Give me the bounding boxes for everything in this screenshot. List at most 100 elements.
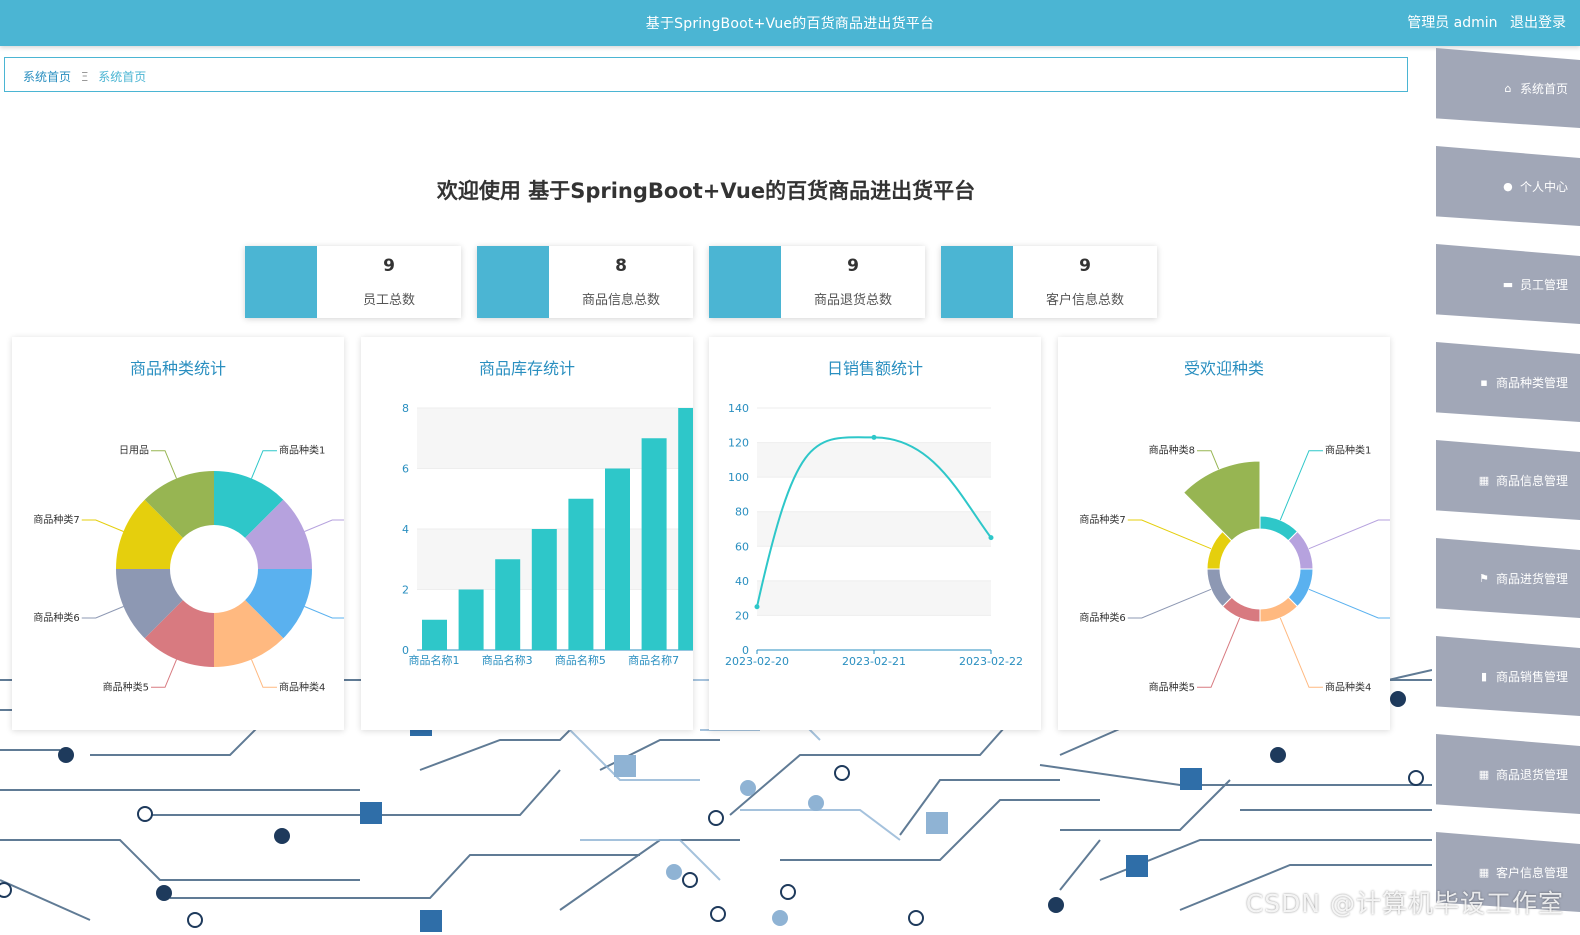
pie-leader-line xyxy=(1279,617,1323,688)
y-tick-label: 80 xyxy=(735,506,749,519)
nav-item-label: 商品销售管理 xyxy=(1495,669,1568,684)
user-area: 管理员 admin 退出登录 xyxy=(1399,12,1566,32)
pie-label: 商品种类4 xyxy=(279,680,325,693)
stat-card-employees: 9 员工总数 xyxy=(245,246,461,318)
nav-item-label: 商品信息管理 xyxy=(1495,473,1568,488)
pie-leader-line xyxy=(304,606,344,619)
pie-leader-line xyxy=(1279,450,1323,521)
pie-label: 商品种类7 xyxy=(1079,513,1125,526)
nav-item-label: 个人中心 xyxy=(1519,179,1568,194)
nav-item-label: 系统首页 xyxy=(1519,81,1568,96)
user-label[interactable]: 管理员 admin xyxy=(1407,15,1497,31)
x-tick-label: 商品名称1 xyxy=(409,653,460,667)
breadcrumb-home[interactable]: 系统首页 xyxy=(23,70,71,84)
bar-chart-icon: ▮ xyxy=(1480,669,1488,683)
home-icon: ⌂ xyxy=(1504,81,1512,95)
pie-leader-line xyxy=(251,659,277,688)
pie-label: 商品种类4 xyxy=(1325,680,1371,693)
nav-item-profile[interactable]: ● 个人中心 xyxy=(1436,146,1580,226)
bar xyxy=(678,408,693,650)
stat-icon-block xyxy=(941,246,1013,318)
app-title: 基于SpringBoot+Vue的百货商品进出货平台 xyxy=(645,16,935,32)
x-tick-label: 商品名称7 xyxy=(628,653,679,667)
stat-icon-block xyxy=(709,246,781,318)
stat-label: 商品信息总数 xyxy=(581,293,660,308)
bar xyxy=(531,529,557,650)
pie-label: 商品种类1 xyxy=(1325,444,1371,457)
pie-label: 日用品 xyxy=(119,445,149,457)
stat-value: 8 xyxy=(615,256,627,276)
pie-leader-line xyxy=(1308,588,1390,619)
nav-item-category[interactable]: ▪ 商品种类管理 xyxy=(1436,342,1580,422)
comment-icon: ▪ xyxy=(1480,375,1488,389)
watermark: CSDN @计算机毕设工作室 xyxy=(1245,889,1564,918)
nav-item-label: 商品种类管理 xyxy=(1495,375,1568,390)
pie-label: 商品种类6 xyxy=(1079,611,1125,624)
x-tick-label: 2023-02-22 xyxy=(959,655,1023,668)
data-point xyxy=(988,535,994,541)
nav-item-label: 商品进货管理 xyxy=(1495,571,1568,586)
bar xyxy=(422,619,447,650)
pie-slice xyxy=(1287,530,1314,570)
grid-icon: ▦ xyxy=(1478,473,1490,487)
x-tick-label: 商品名称3 xyxy=(482,653,533,667)
y-tick-label: 4 xyxy=(402,523,409,536)
sales-line-chart: 0204060801001201402023-02-20 2023-02-21 20… xyxy=(725,402,1023,668)
y-tick-label: 40 xyxy=(735,575,749,588)
y-tick-label: 6 xyxy=(402,463,409,476)
y-tick-label: 8 xyxy=(402,402,409,415)
nav-item-return[interactable]: ▦ 商品退货管理 xyxy=(1436,734,1580,814)
pie-label: 商品种类1 xyxy=(279,444,325,457)
stock-bar-chart: 02468商品名称1 商品名称3 商品名称5 商品名称7 xyxy=(402,402,693,667)
nav-item-label: 商品退货管理 xyxy=(1495,767,1568,782)
stat-value: 9 xyxy=(1079,256,1091,276)
pie-leader-line xyxy=(251,450,277,479)
nav-item-purchase[interactable]: ⚑ 商品进货管理 xyxy=(1436,538,1580,618)
pie-leader-line xyxy=(81,606,124,619)
stat-card-customers: 9 客户信息总数 xyxy=(941,246,1157,318)
y-tick-label: 140 xyxy=(728,402,749,415)
nav-item-sales[interactable]: ▮ 商品销售管理 xyxy=(1436,636,1580,716)
pie-leader-line xyxy=(151,450,177,479)
chart-card-category: 商品种类统计 商品种类1商品种类2商品种类3商品种类4商品种类5商品种类6商品种… xyxy=(12,337,344,730)
stat-icon-block xyxy=(245,246,317,318)
logout-link[interactable]: 退出登录 xyxy=(1510,15,1566,31)
pie-leader-line xyxy=(304,519,344,532)
pie-label: 商品种类8 xyxy=(1149,444,1195,457)
nav-item-employee[interactable]: ▬ 员工管理 xyxy=(1436,244,1580,324)
welcome-title: 欢迎使用 基于SpringBoot+Vue的百货商品进出货平台 xyxy=(436,179,976,203)
y-tick-label: 2 xyxy=(402,584,409,597)
stat-card-returns: 9 商品退货总数 xyxy=(709,246,925,318)
x-tick-label: 2023-02-20 xyxy=(725,655,789,668)
pie-label: 商品种类5 xyxy=(103,680,149,693)
grid-band xyxy=(757,511,991,547)
stat-label: 员工总数 xyxy=(362,293,415,308)
chart-card-popular: 受欢迎种类 商品种类1商品种类2商品种类3商品种类4商品种类5商品种类6商品种类… xyxy=(1058,337,1390,730)
pie-slice xyxy=(1259,596,1299,623)
user-icon: ● xyxy=(1503,179,1513,193)
x-tick-label: 2023-02-21 xyxy=(842,655,906,668)
flag-icon: ⚑ xyxy=(1479,571,1489,585)
top-bar: 基于SpringBoot+Vue的百货商品进出货平台 管理员 admin 退出登… xyxy=(0,0,1580,46)
nav-item-home[interactable]: ⌂ 系统首页 xyxy=(1436,48,1580,128)
data-point xyxy=(871,434,877,440)
stat-value: 9 xyxy=(383,256,395,276)
pie-leader-line xyxy=(81,519,124,532)
stat-value: 9 xyxy=(847,256,859,276)
stat-label: 客户信息总数 xyxy=(1045,293,1124,308)
side-nav: ⌂ 系统首页 ● 个人中心 ▬ 员工管理 ▪ 商品种类管理 ▦ 商品信息管理 ⚑ 商品进货管… xyxy=(1436,48,1580,935)
y-tick-label: 120 xyxy=(728,437,749,450)
bar xyxy=(495,559,521,650)
breadcrumb-current: 系统首页 xyxy=(98,70,147,84)
nav-item-label: 员工管理 xyxy=(1519,277,1568,292)
pie-leader-line xyxy=(151,659,177,688)
nav-item-goods[interactable]: ▦ 商品信息管理 xyxy=(1436,440,1580,520)
stat-icon-block xyxy=(477,246,549,318)
pie-slice xyxy=(1206,568,1233,608)
y-tick-label: 60 xyxy=(735,540,749,553)
bar xyxy=(568,498,594,650)
briefcase-icon: ▬ xyxy=(1502,277,1514,291)
x-tick-label: 商品名称5 xyxy=(555,653,606,667)
bar xyxy=(641,438,667,650)
pie-label: 商品种类7 xyxy=(33,513,79,526)
